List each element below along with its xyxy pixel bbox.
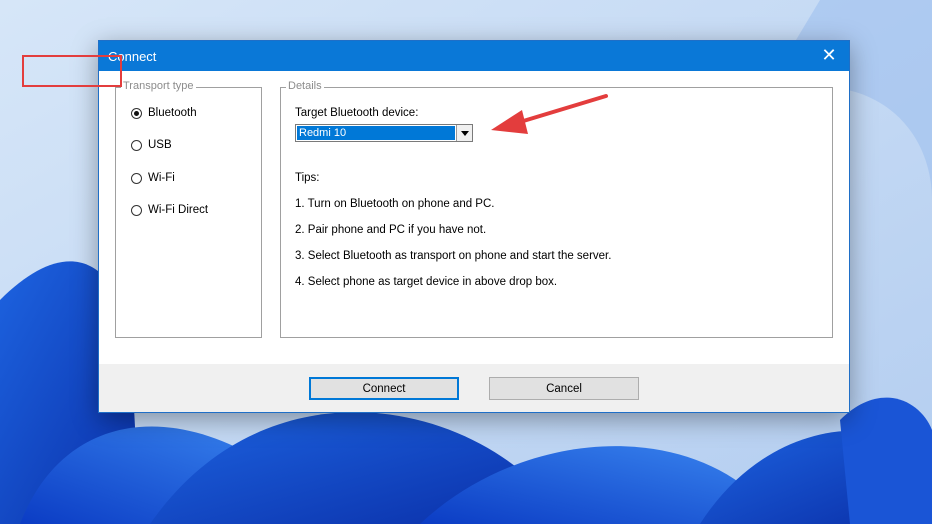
tip-item: 4. Select phone as target device in abov…	[295, 276, 558, 288]
selected-device: Redmi 10	[297, 126, 455, 140]
radio-label: Wi-Fi Direct	[148, 204, 209, 216]
tips-heading: Tips:	[295, 172, 320, 184]
cancel-button[interactable]: Cancel	[489, 377, 639, 400]
radio-label: Wi-Fi	[148, 172, 175, 184]
title-bar[interactable]: Connect ✕	[99, 41, 849, 71]
radio-unchecked-icon	[131, 172, 142, 184]
connect-dialog: Connect ✕ Transport type Bluetooth USB W…	[98, 40, 850, 413]
chevron-down-icon[interactable]	[456, 125, 472, 141]
close-icon[interactable]: ✕	[809, 41, 849, 71]
radio-unchecked-icon	[131, 139, 142, 151]
target-device-label: Target Bluetooth device:	[295, 107, 419, 119]
radio-label: USB	[148, 139, 172, 151]
transport-type-legend: Transport type	[121, 80, 196, 92]
radio-label: Bluetooth	[148, 107, 197, 119]
radio-unchecked-icon	[131, 204, 142, 216]
dialog-body: Transport type Bluetooth USB Wi-Fi Wi-Fi…	[99, 71, 849, 364]
radio-bluetooth[interactable]: Bluetooth	[131, 105, 197, 121]
details-legend: Details	[286, 80, 324, 92]
tip-item: 1. Turn on Bluetooth on phone and PC.	[295, 198, 495, 210]
details-group: Details Target Bluetooth device: Redmi 1…	[280, 80, 833, 338]
radio-usb[interactable]: USB	[131, 137, 172, 153]
radio-checked-icon	[131, 107, 142, 119]
connect-button[interactable]: Connect	[309, 377, 459, 400]
target-device-dropdown[interactable]: Redmi 10	[295, 124, 473, 142]
tip-item: 2. Pair phone and PC if you have not.	[295, 224, 487, 236]
tip-item: 3. Select Bluetooth as transport on phon…	[295, 250, 612, 262]
transport-type-group: Transport type Bluetooth USB Wi-Fi Wi-Fi…	[115, 80, 262, 338]
radio-wifi[interactable]: Wi-Fi	[131, 170, 175, 186]
radio-wifi-direct[interactable]: Wi-Fi Direct	[131, 202, 208, 218]
annotation-highlight-box	[22, 55, 122, 87]
